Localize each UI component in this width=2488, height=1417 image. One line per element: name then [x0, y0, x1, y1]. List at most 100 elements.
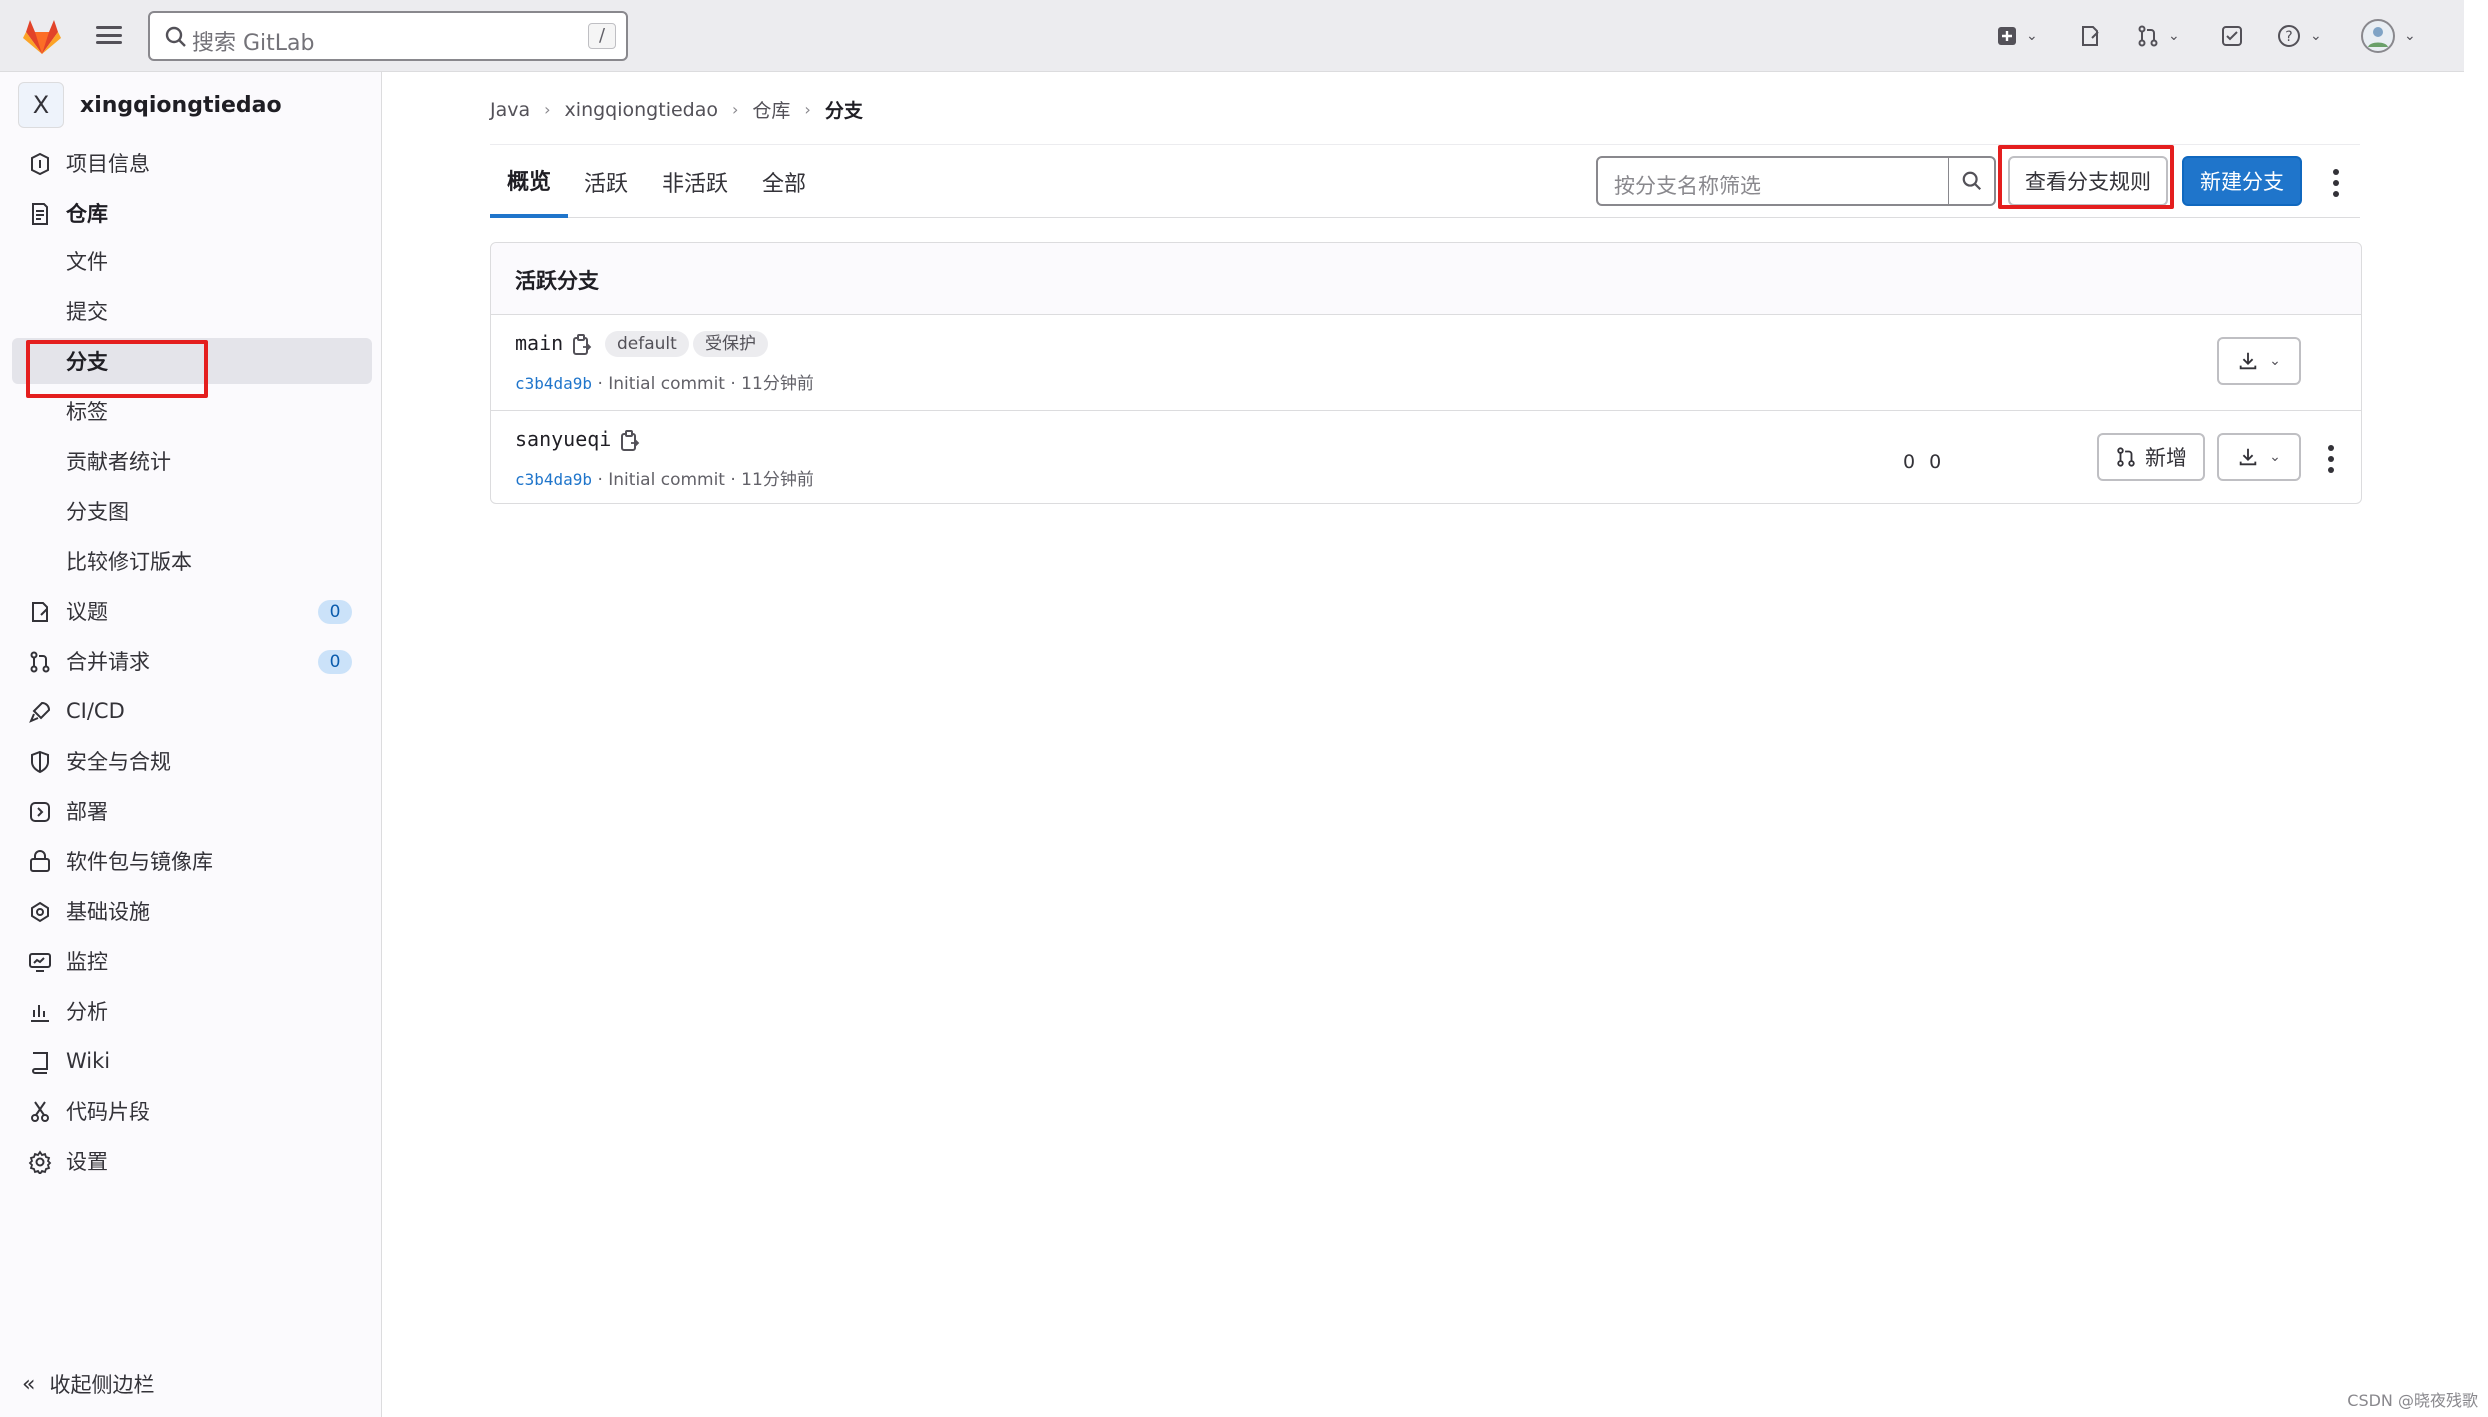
sidebar-item-label: 分支图 [66, 500, 129, 524]
double-chevron-left-icon: « [22, 1371, 36, 1397]
commit-meta: c3b4da9b · Initial commit · 11分钟前 [515, 369, 814, 394]
watermark: CSDN @晓夜残歌 [2347, 1391, 2478, 1410]
sidebar-item-project-info[interactable]: 项目信息 [12, 140, 372, 186]
sidebar-item-label: 监控 [66, 950, 108, 974]
commit-sha-link[interactable]: c3b4da9b [515, 470, 592, 489]
sidebar-item-label: 仓库 [66, 202, 108, 226]
download-dropdown-button[interactable]: ⌄ [2217, 337, 2301, 385]
snippet-icon [31, 1101, 49, 1122]
sidebar-item-merge-requests[interactable]: 合并请求 0 [12, 638, 372, 684]
sidebar-item-infrastructure[interactable]: 基础设施 [12, 888, 372, 934]
merge-requests-dropdown[interactable]: ⌄ [2136, 20, 2180, 52]
more-actions-kebab-icon[interactable] [2332, 169, 2340, 197]
issues-icon [32, 602, 48, 622]
issues-icon [2082, 26, 2099, 46]
sidebar-item-security[interactable]: 安全与合规 [12, 738, 372, 784]
download-dropdown-button[interactable]: ⌄ [2217, 433, 2301, 481]
sidebar-item-graph[interactable]: 分支图 [12, 488, 372, 534]
todo-check-icon [2222, 26, 2242, 46]
project-name: xingqiongtiedao [80, 92, 282, 118]
sidebar-item-contributors[interactable]: 贡献者统计 [12, 438, 372, 484]
gitlab-logo-icon[interactable] [20, 14, 64, 58]
sidebar-item-branches[interactable]: 分支 [12, 338, 372, 384]
project-header[interactable]: X xingqiongtiedao [18, 82, 282, 128]
todos-shortcut[interactable] [2220, 20, 2244, 52]
search-icon [1962, 171, 1981, 191]
tab-all[interactable]: 全部 [762, 145, 806, 218]
download-icon [2239, 352, 2257, 370]
commit-info-text: · Initial commit · 11分钟前 [592, 374, 814, 394]
sidebar-item-label: 文件 [66, 250, 108, 274]
sidebar-item-settings[interactable]: 设置 [12, 1138, 372, 1184]
sidebar-item-monitor[interactable]: 监控 [12, 938, 372, 984]
breadcrumb-item-repository[interactable]: 仓库 [752, 96, 790, 123]
sidebar-item-deployments[interactable]: 部署 [12, 788, 372, 834]
svg-text:?: ? [2285, 29, 2292, 45]
chevron-down-icon: ⌄ [2269, 353, 2281, 369]
breadcrumb-separator-icon: › [732, 100, 739, 119]
tab-active[interactable]: 活跃 [584, 145, 628, 218]
new-branch-button[interactable]: 新建分支 [2182, 156, 2302, 206]
info-icon [31, 152, 49, 176]
breadcrumb-item-project[interactable]: xingqiongtiedao [565, 99, 718, 121]
chevron-down-icon: ⌄ [2269, 449, 2281, 465]
sidebar-item-label: 议题 [66, 600, 108, 624]
sidebar-item-files[interactable]: 文件 [12, 238, 372, 284]
sidebar-item-repository[interactable]: 仓库 [12, 190, 372, 236]
branch-row-main: main default 受保护 c3b4da9b · Initial comm… [491, 315, 2361, 410]
tab-stale[interactable]: 非活跃 [662, 145, 728, 218]
issues-count-badge: 0 [318, 600, 352, 624]
search-icon [165, 26, 186, 47]
sidebar-item-label: 标签 [66, 400, 108, 424]
commit-meta: c3b4da9b · Initial commit · 11分钟前 [515, 465, 814, 490]
tab-overview[interactable]: 概览 [490, 145, 568, 218]
sidebar-item-cicd[interactable]: CI/CD [12, 688, 372, 734]
copy-icon[interactable] [619, 429, 641, 453]
commit-sha-link[interactable]: c3b4da9b [515, 374, 592, 393]
merge-request-icon [2117, 447, 2135, 467]
collapse-sidebar-label: 收起侧边栏 [49, 1373, 155, 1397]
chart-icon [31, 1005, 49, 1022]
create-new-dropdown[interactable]: ⌄ [1996, 20, 2038, 52]
view-branch-rules-button[interactable]: 查看分支规则 [2008, 156, 2168, 206]
sidebar-item-tags[interactable]: 标签 [12, 388, 372, 434]
sidebar-item-label: 代码片段 [66, 1100, 150, 1124]
book-icon [32, 1052, 48, 1074]
sidebar-item-label: 贡献者统计 [66, 450, 171, 474]
branch-name-link[interactable]: sanyueqi [515, 427, 611, 451]
issues-shortcut[interactable] [2078, 20, 2102, 52]
sidebar-item-label: 部署 [66, 800, 108, 824]
menu-icon[interactable] [96, 22, 122, 48]
sidebar-item-packages[interactable]: 软件包与镜像库 [12, 838, 372, 884]
branch-filter-input[interactable]: 按分支名称筛选 [1596, 156, 1950, 206]
sidebar-item-commits[interactable]: 提交 [12, 288, 372, 334]
breadcrumb: Java › xingqiongtiedao › 仓库 › 分支 [490, 96, 863, 123]
sidebar-item-compare[interactable]: 比较修订版本 [12, 538, 372, 584]
filter-search-button[interactable] [1948, 156, 1996, 206]
branch-name-link[interactable]: main [515, 331, 563, 355]
breadcrumb-separator-icon: › [544, 100, 551, 119]
branch-filter-placeholder: 按分支名称筛选 [1614, 174, 1761, 198]
sidebar-item-label: 软件包与镜像库 [66, 850, 213, 874]
user-menu-dropdown[interactable]: ⌄ [2360, 19, 2416, 53]
breadcrumb-item-java[interactable]: Java [490, 99, 530, 121]
collapse-sidebar-button[interactable]: « 收起侧边栏 [22, 1369, 154, 1399]
search-input[interactable]: 搜索 GitLab / [148, 11, 628, 61]
breadcrumb-item-branches[interactable]: 分支 [825, 96, 863, 123]
chevron-down-icon: ⌄ [2310, 28, 2322, 44]
sidebar-item-analytics[interactable]: 分析 [12, 988, 372, 1034]
protected-badge: 受保护 [693, 331, 768, 357]
copy-icon[interactable] [571, 333, 593, 357]
sidebar-item-issues[interactable]: 议题 0 [12, 588, 372, 634]
ahead-behind-count: 0 0 [1903, 451, 1946, 473]
default-badge: default [605, 331, 689, 357]
sidebar: X xingqiongtiedao 项目信息 仓库 文件 提交 分支 标签 贡献… [0, 72, 382, 1417]
deployments-icon [30, 802, 50, 822]
sidebar-item-snippets[interactable]: 代码片段 [12, 1088, 372, 1134]
branch-tabs-bar: 概览 活跃 非活跃 全部 按分支名称筛选 查看分支规则 新建分支 [490, 144, 2360, 218]
sidebar-item-wiki[interactable]: Wiki [12, 1038, 372, 1084]
branch-more-actions-kebab-icon[interactable] [2327, 445, 2335, 473]
new-merge-request-button[interactable]: 新增 [2097, 433, 2205, 481]
sidebar-item-label: 比较修订版本 [66, 550, 192, 574]
help-dropdown[interactable]: ? ⌄ [2276, 20, 2322, 52]
